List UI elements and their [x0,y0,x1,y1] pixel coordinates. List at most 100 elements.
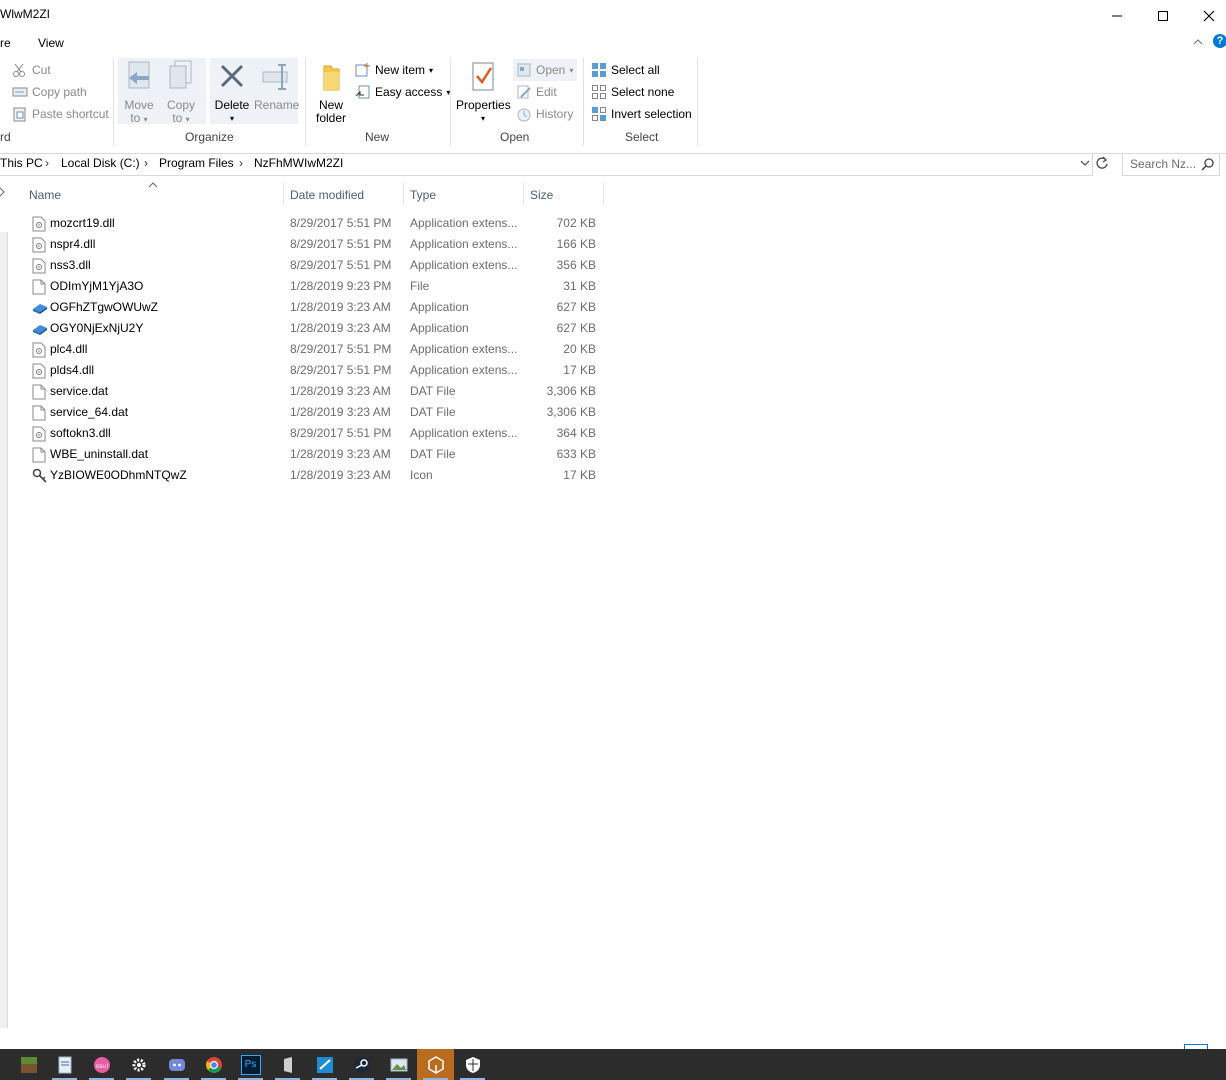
new-folder-label-2: folder [315,111,347,125]
column-header-name[interactable]: Name [29,188,61,202]
address-history-chevron-icon[interactable] [1079,157,1091,172]
refresh-icon[interactable] [1095,156,1109,173]
column-header-type[interactable]: Type [410,188,436,202]
select-all-button[interactable]: Select all [591,60,660,80]
properties-button[interactable]: Properties ▾ [456,60,511,125]
copy-path-button[interactable]: Copy path [12,82,87,102]
file-row[interactable]: nss3.dll 8/29/2017 5:51 PM Application ext… [28,255,602,276]
shield-icon[interactable] [454,1049,491,1080]
new-item-button[interactable]: New item ▾ [355,60,433,80]
remote-app-icon[interactable] [306,1049,343,1080]
file-date-modified: 1/28/2019 3:23 AM [290,384,391,398]
open-icon [516,62,532,78]
file-type: Application extens... [410,258,518,272]
file-row[interactable]: ODImYjM1YjA3O 1/28/2019 9:23 PM File 31 KB [28,276,602,297]
cut-button[interactable]: Cut [12,60,51,80]
file-row[interactable]: nspr4.dll 8/29/2017 5:51 PM Application ex… [28,234,602,255]
scissors-icon [12,62,28,78]
history-icon [516,106,532,122]
file-row[interactable]: YzBIOWE0ODhmNTQwZ 1/28/2019 3:23 AM Icon 17… [28,465,602,486]
file-row[interactable]: softokn3.dll 8/29/2017 5:51 PM Application… [28,423,602,444]
file-type: Application extens... [410,426,518,440]
maximize-button[interactable] [1140,0,1186,31]
file-row[interactable]: service_64.dat 1/28/2019 3:23 AM DAT File 3… [28,402,602,423]
ribbon-separator [305,58,306,146]
easy-access-button[interactable]: Easy access ▾ [355,82,450,102]
file-row[interactable]: OGFhZTgwOWUwZ 1/28/2019 3:23 AM Applicatio… [28,297,602,318]
dropdown-arrow-icon: ▾ [569,65,574,75]
search-placeholder: Search Nz... [1130,157,1197,171]
dropdown-arrow-icon: ▾ [185,115,190,124]
help-icon[interactable]: ? [1213,34,1226,48]
column-header-size[interactable]: Size [530,188,553,202]
search-icon[interactable] [1201,157,1215,174]
copy-to-button[interactable]: Copy to ▾ [162,60,200,126]
navigation-pane-scrollbar[interactable] [0,232,8,1028]
rename-button[interactable]: Rename [254,60,299,112]
search-box[interactable]: Search Nz... [1122,153,1220,176]
steam-icon[interactable] [343,1049,380,1080]
breadcrumb-chevron-icon[interactable]: › [45,156,49,170]
column-divider[interactable] [403,182,404,206]
column-header-date-modified[interactable]: Date modified [290,188,364,202]
file-row[interactable]: plc4.dll 8/29/2017 5:51 PM Application ext… [28,339,602,360]
minecraft-icon[interactable] [10,1049,47,1080]
file-date-modified: 1/28/2019 9:23 PM [290,279,392,293]
collapse-ribbon-icon[interactable] [1192,36,1204,50]
column-divider[interactable] [523,182,524,206]
breadcrumb-chevron-icon[interactable]: › [144,156,148,170]
osu-icon[interactable]: osu! [83,1049,120,1080]
dll-icon [32,363,46,379]
file-type: DAT File [410,384,456,398]
file-type: Application extens... [410,237,518,251]
file-size: 166 KB [556,237,596,251]
discord-icon[interactable] [158,1049,195,1080]
file-size: 31 KB [563,279,596,293]
file-row[interactable]: service.dat 1/28/2019 3:23 AM DAT File 3,30… [28,381,602,402]
audio-app-icon[interactable] [269,1049,306,1080]
photos-icon[interactable] [380,1049,417,1080]
copy-to-label-2: to [172,111,183,125]
breadcrumb-current-folder[interactable]: NzFhMWIwM2ZI [254,156,343,170]
file-date-modified: 8/29/2017 5:51 PM [290,237,392,251]
invert-selection-button[interactable]: Invert selection [591,104,692,124]
paste-shortcut-button[interactable]: Paste shortcut [12,104,109,124]
file-row[interactable]: plds4.dll 8/29/2017 5:51 PM Application ex… [28,360,602,381]
rename-icon [262,64,288,90]
new-folder-button[interactable]: New folder [312,60,350,125]
notepad-icon[interactable] [46,1049,83,1080]
breadcrumb-program-files[interactable]: Program Files [159,156,234,170]
photoshop-icon[interactable]: Ps [232,1049,269,1080]
edit-button[interactable]: Edit [516,82,557,102]
file-row[interactable]: WBE_uninstall.dat 1/28/2019 3:23 AM DAT Fi… [28,444,602,465]
select-none-icon [591,84,607,100]
delete-button[interactable]: Delete ▾ [212,60,252,125]
tab-share[interactable]: re [0,36,11,50]
expand-nav-chevron-icon[interactable] [0,186,6,201]
open-button[interactable]: Open ▾ [516,60,573,80]
file-size: 627 KB [556,321,596,335]
breadcrumb-local-disk[interactable]: Local Disk (C:) [61,156,140,170]
file-name: nspr4.dll [50,237,96,251]
dropdown-arrow-icon: ▾ [480,114,485,123]
tab-view[interactable]: View [38,36,64,50]
file-date-modified: 1/28/2019 3:23 AM [290,447,391,461]
file-row[interactable]: OGY0NjExNjU2Y 1/28/2019 3:23 AM Applicatio… [28,318,602,339]
file-row[interactable]: mozcrt19.dll 8/29/2017 5:51 PM Application… [28,213,602,234]
minimize-button[interactable] [1094,0,1140,31]
column-divider[interactable] [603,182,604,206]
move-to-button[interactable]: Move to ▾ [120,60,158,126]
chrome-icon[interactable] [195,1049,232,1080]
paste-shortcut-icon [12,106,28,122]
dropdown-arrow-icon: ▾ [229,114,234,123]
file-date-modified: 1/28/2019 3:23 AM [290,300,391,314]
close-button[interactable] [1186,0,1226,31]
column-divider[interactable] [283,182,284,206]
history-button[interactable]: History [516,104,573,124]
folder-icon [323,65,340,91]
breadcrumb-this-pc[interactable]: This PC [0,156,43,170]
breadcrumb-chevron-icon[interactable]: › [239,156,243,170]
select-none-button[interactable]: Select none [591,82,674,102]
unity-icon[interactable] [417,1049,454,1080]
settings-icon[interactable] [120,1049,157,1080]
